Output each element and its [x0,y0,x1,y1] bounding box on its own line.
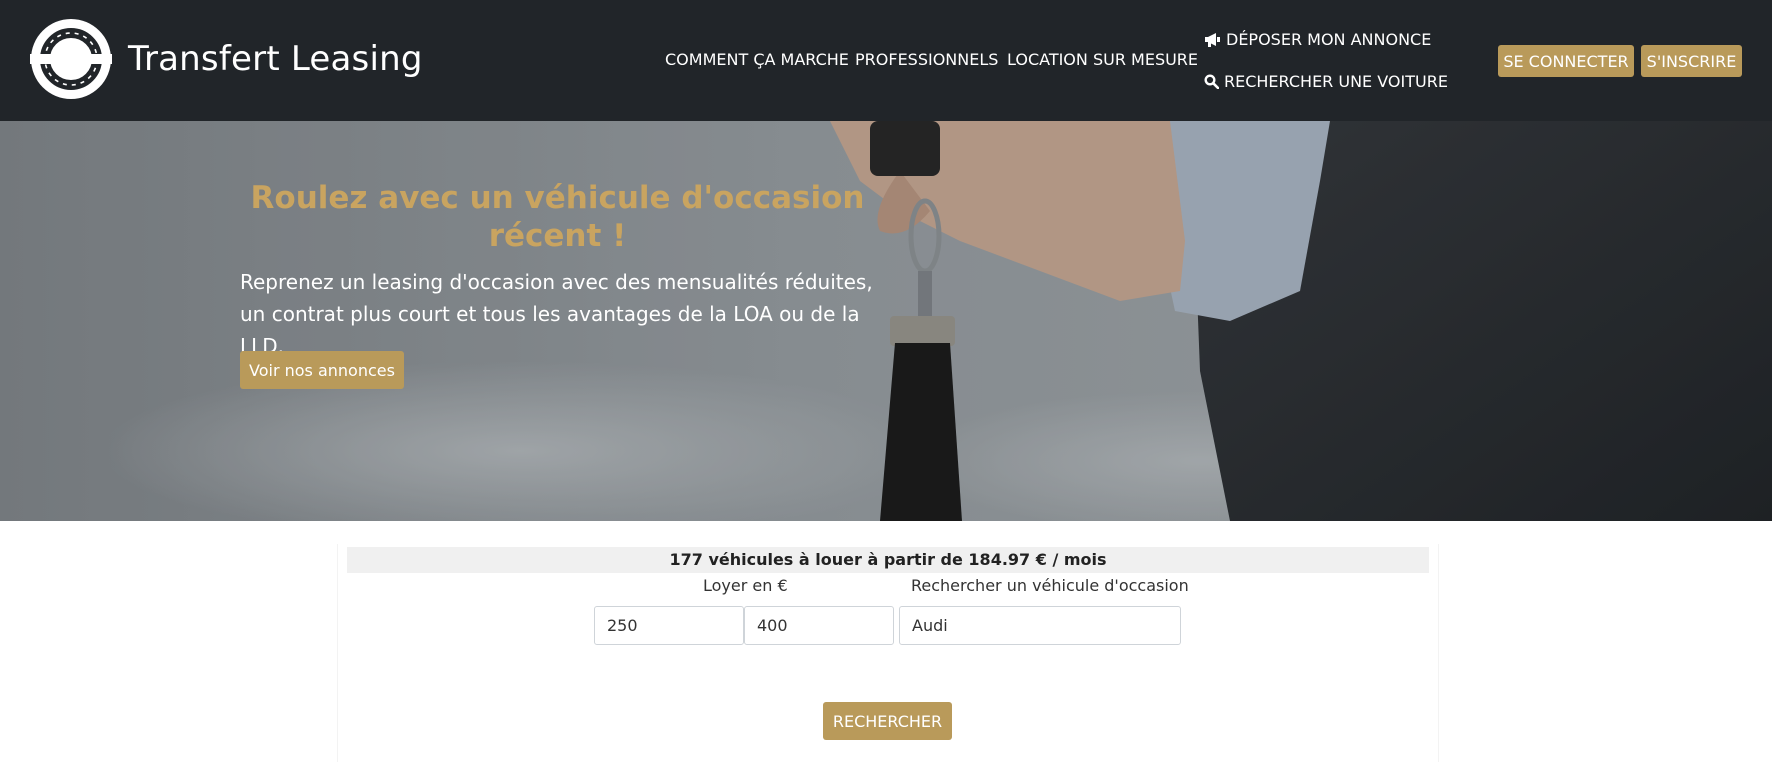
login-button[interactable]: SE CONNECTER [1498,45,1634,77]
vehicle-count-banner: 177 véhicules à louer à partir de 184.97… [347,547,1429,573]
signup-button[interactable]: S'INSCRIRE [1641,45,1742,77]
brand-logo-link[interactable]: Transfert Leasing [30,17,423,101]
rent-min-input[interactable] [594,606,744,645]
hero-title: Roulez avec un véhicule d'occasion récen… [250,180,865,254]
rent-max-input[interactable] [744,606,894,645]
vehicle-search-input[interactable] [899,606,1181,645]
search-icon [1204,74,1220,93]
top-navbar: Transfert Leasing COMMENT ÇA MARCHE PROF… [0,0,1772,121]
see-listings-button[interactable]: Voir nos annonces [240,351,404,389]
brand-name: Transfert Leasing [128,39,423,79]
search-submit-button[interactable]: RECHERCHER [823,702,952,740]
circular-road-logo-icon [30,18,112,100]
nav-search-car-label: RECHERCHER UNE VOITURE [1224,72,1448,91]
hero-banner: Roulez avec un véhicule d'occasion récen… [0,121,1772,521]
megaphone-icon [1204,32,1221,51]
nav-search-car[interactable]: RECHERCHER UNE VOITURE [1204,72,1448,93]
nav-how-it-works[interactable]: COMMENT ÇA MARCHE [665,50,849,69]
nav-post-ad[interactable]: DÉPOSER MON ANNONCE [1204,30,1431,51]
hero-subtitle: Reprenez un leasing d'occasion avec des … [240,270,873,358]
nav-post-ad-label: DÉPOSER MON ANNONCE [1226,30,1432,49]
vehicle-search-label: Rechercher un véhicule d'occasion [911,576,1189,595]
nav-professionals[interactable]: PROFESSIONNELS [855,50,998,69]
nav-custom-rental[interactable]: LOCATION SUR MESURE [1007,50,1198,69]
rent-label: Loyer en € [703,576,788,595]
